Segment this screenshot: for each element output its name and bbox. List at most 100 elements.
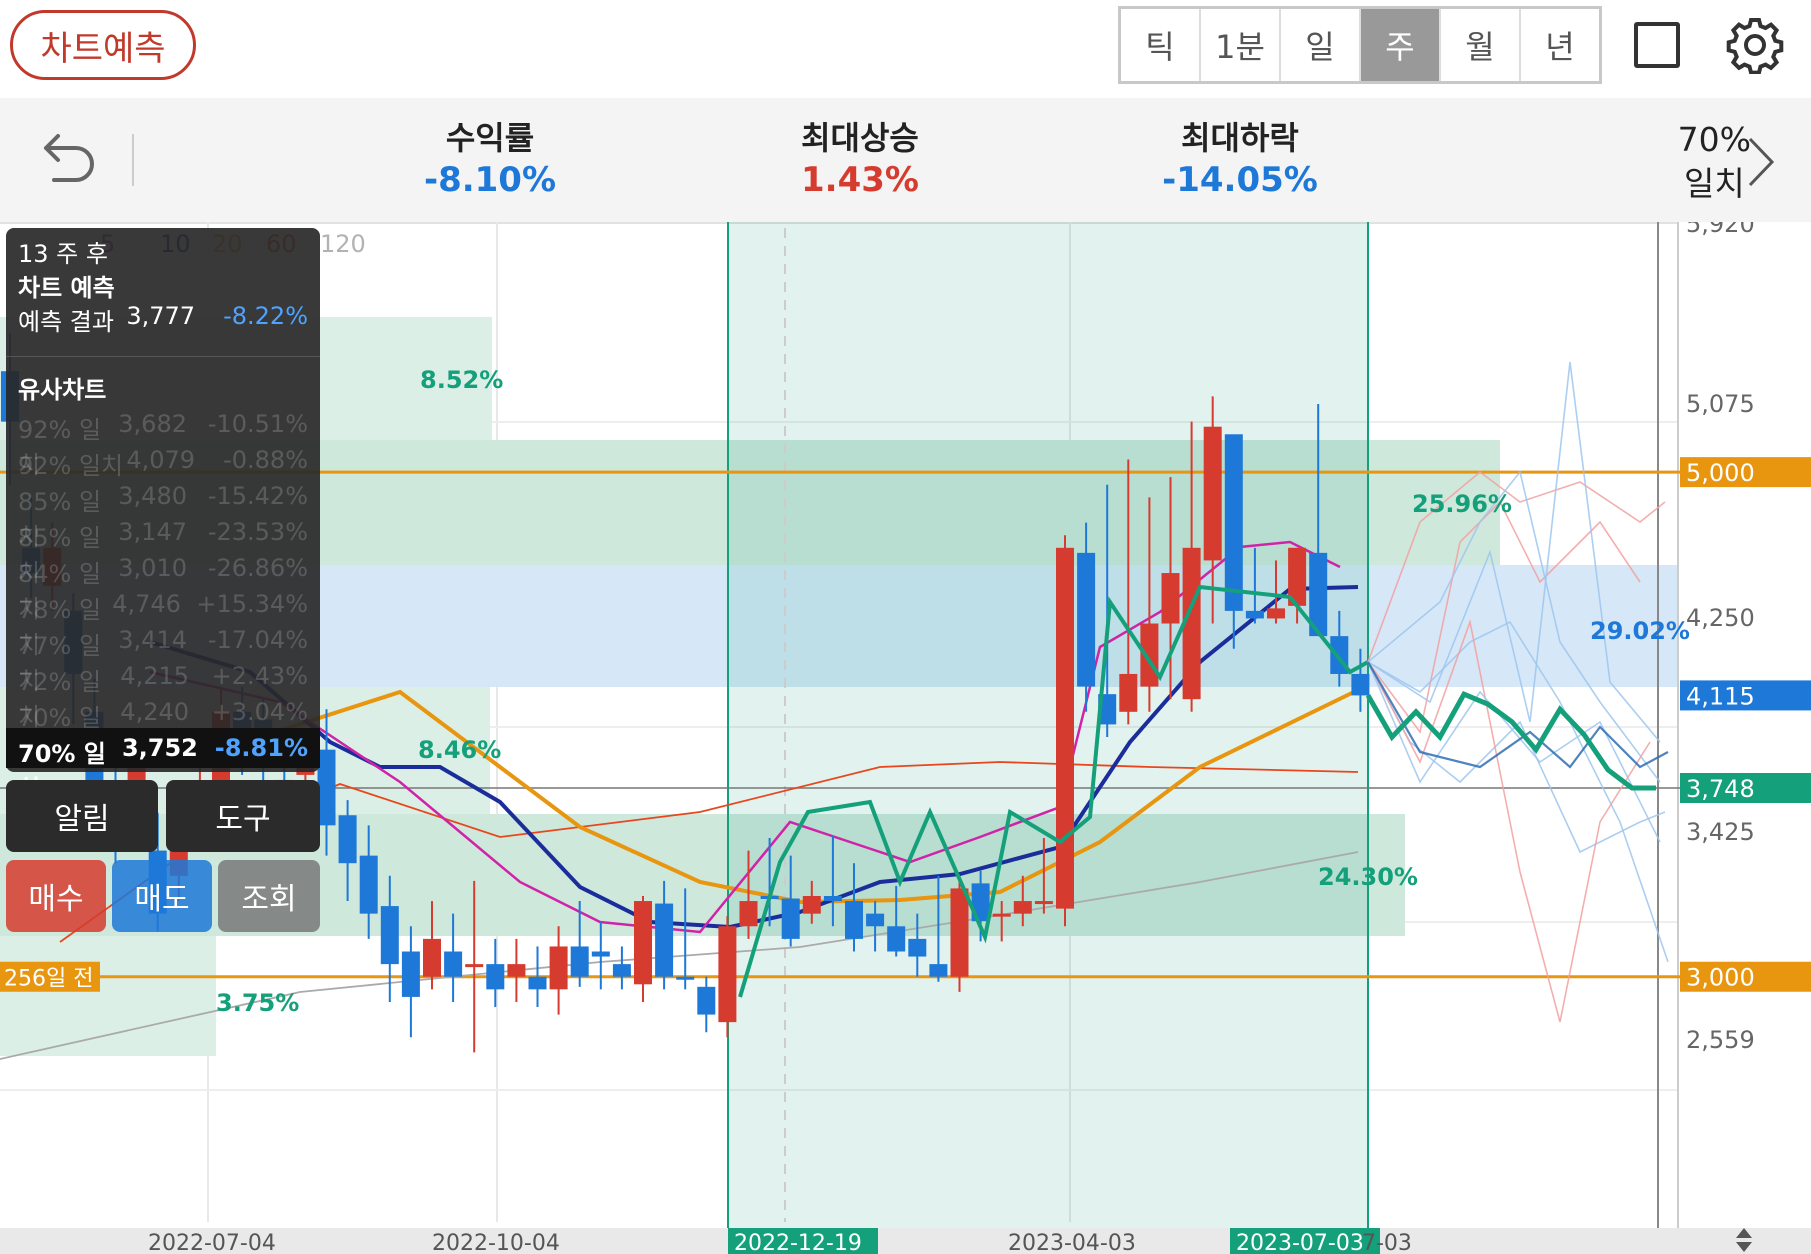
candle-body <box>1077 552 1096 687</box>
candle-body <box>866 913 885 927</box>
tooltip-similar-row-m: 92% 일치 <box>18 452 124 480</box>
zone-box <box>0 936 216 1056</box>
tooltip-result-row-p: 3,777 <box>126 302 196 330</box>
candle-body <box>655 903 674 977</box>
candle-body <box>338 815 357 864</box>
candle-body <box>1267 608 1285 619</box>
period-selector: 틱 1분 일 주 월 년 <box>1118 6 1602 84</box>
candle-body <box>823 895 842 902</box>
candle-body <box>697 986 716 1015</box>
prediction-tooltip: 13 주 후 차트 예측 예측 결과 3,777 -8.22% 유사차트 92% 일치 3,6… <box>6 228 320 803</box>
candle-body <box>1351 673 1370 696</box>
zone-percent-label: 25.96% <box>1412 490 1512 518</box>
candle-body <box>1161 573 1180 624</box>
inquiry-button[interactable]: 조회 <box>218 860 320 932</box>
tooltip-result-row-c: -8.22% <box>223 302 308 330</box>
period-tab-2[interactable]: 일 <box>1281 9 1361 81</box>
left-tag-label: 256일 전 <box>4 967 93 992</box>
tooltip-divider <box>6 356 320 357</box>
candle-body <box>802 895 821 914</box>
period-tab-3[interactable]: 주 <box>1361 9 1441 81</box>
y-axis-tick: 5,075 <box>1686 390 1755 418</box>
y-axis-tick: 5,920 <box>1686 222 1755 238</box>
candle-body <box>612 964 631 977</box>
tools-button[interactable]: 도구 <box>166 780 320 852</box>
candle-body <box>1119 673 1138 712</box>
back-arrow-icon[interactable] <box>36 130 100 190</box>
max-up-value: 1.43% <box>801 160 919 200</box>
y-axis-tick: 4,250 <box>1686 604 1755 632</box>
candle-body <box>1245 610 1264 619</box>
max-down-stat: 최대하락 -14.05% <box>1150 118 1330 202</box>
settings-gear-icon[interactable] <box>1726 16 1784 74</box>
x-axis-label: 2023-07-03 <box>1236 1231 1364 1254</box>
price-tag-label: 3,748 <box>1686 775 1755 803</box>
y-axis-tick: 3,425 <box>1686 818 1755 846</box>
candle-body <box>380 906 399 965</box>
chart-predict-button[interactable]: 차트예측 <box>10 10 196 80</box>
candle-body <box>1224 434 1243 611</box>
fullscreen-icon[interactable] <box>1634 22 1680 68</box>
period-tab-1[interactable]: 1분 <box>1201 9 1281 81</box>
period-tab-5[interactable]: 년 <box>1521 9 1599 81</box>
x-axis-label: 2022-07-04 <box>148 1231 276 1254</box>
top-toolbar: 차트예측 틱 1분 일 주 월 년 <box>0 0 1811 98</box>
tooltip-header: 13 주 후 <box>18 240 108 268</box>
candle-body <box>444 951 463 977</box>
candle-body <box>950 888 969 977</box>
tooltip-similar-row-p: 4,079 <box>126 446 196 474</box>
match-label: 일치 <box>1683 164 1745 203</box>
candle-body <box>1034 901 1053 905</box>
candle-body <box>507 964 526 977</box>
price-tag-label: 4,115 <box>1686 682 1755 710</box>
y-axis-bg <box>1678 222 1811 1254</box>
buy-button[interactable]: 매수 <box>6 860 106 932</box>
candle-body <box>929 964 948 977</box>
x-axis-label: 2023-04-03 <box>1008 1231 1136 1254</box>
x-axis-label: 2022-12-19 <box>734 1231 862 1254</box>
candle-body <box>1013 901 1032 914</box>
tooltip-similar-row-c: -0.88% <box>223 446 308 474</box>
candle-body <box>465 964 484 968</box>
alarm-button[interactable]: 알림 <box>6 780 158 852</box>
chevron-right-icon[interactable] <box>1746 135 1776 189</box>
period-tab-4[interactable]: 월 <box>1441 9 1521 81</box>
sell-button[interactable]: 매도 <box>112 860 212 932</box>
price-tag-label: 5,000 <box>1686 459 1755 487</box>
x-axis-label: 7-03 <box>1362 1231 1412 1254</box>
max-down-label: 최대하락 <box>1181 119 1299 157</box>
candle-body <box>528 976 547 990</box>
candle-body <box>845 901 863 939</box>
tooltip-result-row: 예측 결과 3,777 -8.22% <box>18 302 308 337</box>
divider <box>132 134 134 186</box>
max-down-value: -14.05% <box>1162 160 1318 200</box>
candle-body <box>781 898 800 939</box>
candle-body <box>423 938 441 977</box>
max-up-stat: 최대상승 1.43% <box>780 118 940 202</box>
period-tab-0[interactable]: 틱 <box>1121 9 1201 81</box>
tooltip-section-predict: 차트 예측 <box>18 274 115 302</box>
highlight-range <box>728 222 1368 1254</box>
match-percent: 70% <box>1677 120 1751 159</box>
y-axis-tick: 2,559 <box>1686 1026 1755 1054</box>
candle-body <box>359 855 378 914</box>
x-axis-label: 2022-10-04 <box>432 1231 560 1254</box>
price-tag-label: 3,000 <box>1686 964 1755 992</box>
candle-body <box>676 976 695 980</box>
candle-body <box>317 749 336 826</box>
tooltip-section-similar: 유사차트 <box>18 376 107 404</box>
zone-percent-label: 3.75% <box>216 989 299 1017</box>
zone-percent-label: 29.02% <box>1590 617 1690 645</box>
candle-body <box>1203 426 1222 561</box>
candle-body <box>718 926 737 1023</box>
ma-legend-item: 120 <box>320 230 366 258</box>
match-indicator[interactable]: 70% 일치 <box>1678 118 1751 206</box>
candle-body <box>401 951 420 997</box>
candle-body <box>992 913 1011 917</box>
candle-body <box>739 901 758 927</box>
candle-body <box>486 964 505 990</box>
candle-body <box>549 946 568 990</box>
return-label: 수익률 <box>445 119 535 157</box>
tooltip-result-row-m: 예측 결과 <box>18 308 114 336</box>
tooltip-similar-row: 92% 일치 4,079 -0.88% <box>18 446 308 481</box>
